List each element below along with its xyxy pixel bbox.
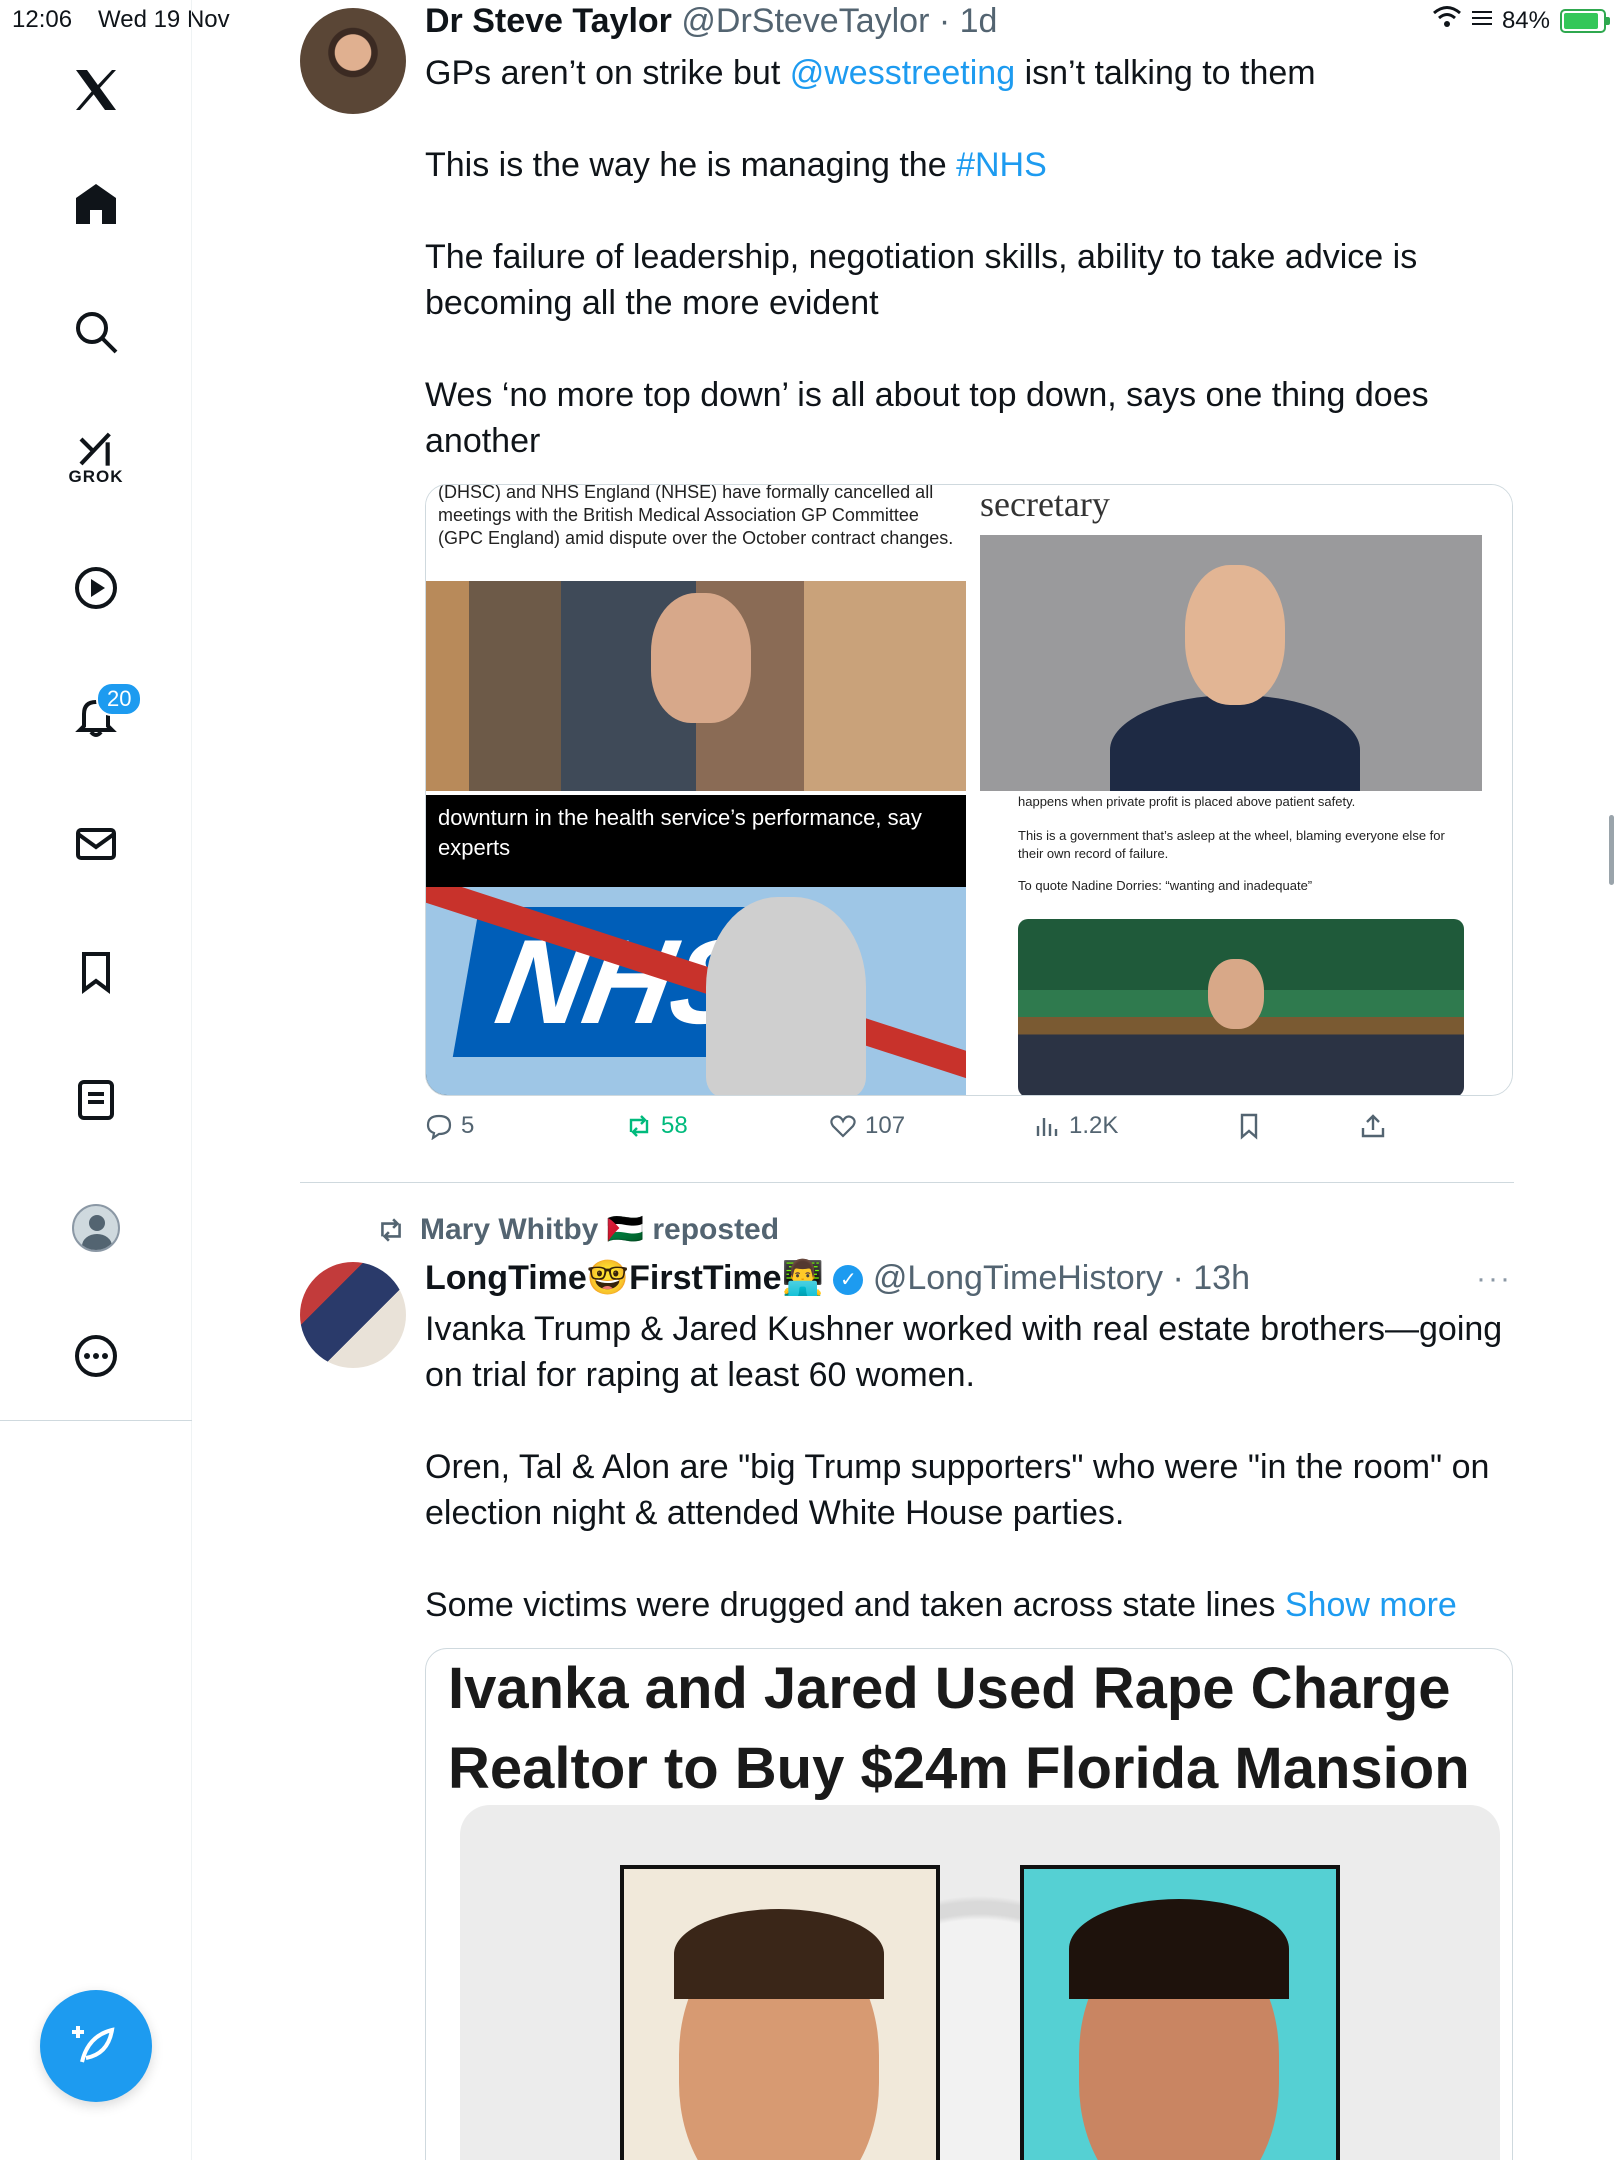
mugshot-left (620, 1865, 940, 2160)
tweet-header: LongTime🤓FirstTime👨‍💻 ✓ @LongTimeHistory… (425, 1258, 1250, 1298)
suit-shape (1110, 695, 1360, 791)
wifi-icon (1432, 4, 1462, 37)
like-count: 107 (865, 1112, 906, 1139)
image-heading: secretary (980, 485, 1110, 524)
tweet-paragraph: Ivanka Trump & Jared Kushner worked with… (425, 1310, 1503, 1394)
bookmark-icon (1240, 1113, 1258, 1140)
share-icon (1361, 1114, 1385, 1138)
reply-count: 5 (461, 1112, 475, 1139)
author-handle[interactable]: @LongTimeHistory (873, 1259, 1163, 1297)
media-image[interactable]: Ivanka and Jared Used Rape Charge Realto… (425, 1648, 1513, 2160)
avatar (72, 1204, 120, 1252)
author-avatar[interactable] (300, 1262, 406, 1368)
battery-icon (1560, 8, 1610, 33)
play-icon[interactable] (56, 548, 136, 628)
tweet-paragraph: Some victims were drugged and taken acro… (425, 1586, 1457, 1624)
face-shape (1185, 565, 1285, 705)
repost-context[interactable]: Mary Whitby 🇵🇸 reposted (376, 1212, 779, 1247)
tweet-header: Dr Steve Taylor @DrSteveTaylor · 1d (425, 2, 997, 41)
repost-count: 58 (661, 1112, 688, 1139)
compose-button[interactable] (40, 1990, 152, 2102)
bell-icon[interactable]: 20 (56, 676, 143, 756)
image-headline-2: Realtor to Buy $24m Florida Mansion (448, 1736, 1470, 1801)
compose-icon (72, 2026, 115, 2063)
more-icon[interactable] (56, 1316, 136, 1396)
verified-badge-icon: ✓ (833, 1265, 864, 1296)
status-right: 84% (1432, 4, 1610, 37)
list-icon[interactable] (56, 1060, 136, 1140)
repost-icon (629, 1115, 649, 1137)
search-icon[interactable] (56, 292, 136, 372)
face-shape (1208, 959, 1264, 1029)
photo: NHS (426, 887, 966, 1095)
notification-badge: 20 (96, 682, 143, 716)
more-options-icon[interactable]: ··· (1476, 1262, 1512, 1296)
author-avatar[interactable] (300, 8, 406, 114)
mention-link[interactable]: @wesstreeting (790, 54, 1015, 92)
image-text-line: To quote Nadine Dorries: “wanting and in… (1018, 878, 1313, 893)
photo (1018, 919, 1464, 1095)
views-icon (1036, 1118, 1058, 1136)
hair-shape (674, 1909, 884, 1999)
reply-button[interactable]: 5 (425, 1112, 474, 1140)
tweet-text: Ivanka Trump & Jared Kushner worked with… (425, 1306, 1515, 1628)
image-caption: downturn in the health service’s perform… (438, 805, 922, 860)
media-image-4[interactable]: happens when private profit is placed ab… (970, 795, 1512, 1095)
image-text-line: happens when private profit is placed ab… (1018, 795, 1356, 809)
heart-icon (830, 1115, 856, 1138)
mail-icon[interactable] (56, 804, 136, 884)
tweet-paragraph: This is the way he is managing the #NHS (425, 146, 1047, 184)
show-more-link[interactable]: Show more (1285, 1586, 1457, 1624)
grok-label: GROK (68, 467, 124, 486)
battery-percent: 84% (1501, 6, 1550, 34)
image-text-line: This is a government that’s asleep at th… (1018, 828, 1445, 861)
image-headline-1: Ivanka and Jared Used Rape Charge (448, 1656, 1451, 1721)
face-shape (651, 593, 751, 723)
repost-button[interactable]: 58 (625, 1112, 688, 1140)
photo-frame (460, 1805, 1500, 2160)
views-button[interactable]: 1.2K (1033, 1112, 1118, 1140)
tweet-paragraph: The failure of leadership, negotiation s… (425, 238, 1418, 322)
tweet-paragraph: Wes ‘no more top down’ is all about top … (425, 376, 1429, 460)
photo (980, 535, 1482, 791)
repost-icon (381, 1217, 401, 1242)
reposted-by: Mary Whitby 🇵🇸 reposted (420, 1213, 780, 1246)
media-image-2[interactable]: secretary (970, 485, 1512, 791)
tweet-text: GPs aren’t on strike but @wesstreeting i… (425, 50, 1515, 464)
author-name[interactable]: LongTime🤓FirstTime👨‍💻 (425, 1259, 824, 1297)
author-handle[interactable]: @DrSteveTaylor (681, 2, 929, 40)
x-logo-icon[interactable] (56, 50, 136, 130)
image-caption: (DHSC) and NHS England (NHSE) have forma… (438, 485, 954, 548)
home-icon[interactable] (56, 164, 136, 244)
view-count: 1.2K (1069, 1112, 1119, 1139)
like-button[interactable]: 107 (829, 1112, 905, 1140)
profile-avatar-icon[interactable] (56, 1188, 136, 1268)
tweet-separator (300, 1182, 1514, 1183)
scrollbar[interactable] (1609, 815, 1614, 885)
grok-icon[interactable]: GROK (56, 418, 136, 498)
reply-icon (426, 1114, 452, 1140)
bookmark-button[interactable] (1235, 1112, 1263, 1140)
bookmark-icon[interactable] (56, 932, 136, 1012)
sidebar: GROK 20 (0, 0, 192, 2160)
person-shape (706, 897, 866, 1095)
tweet-time[interactable]: · 13h (1173, 1259, 1251, 1297)
tweet-actions: 5 58 107 1.2K (425, 1112, 1515, 1156)
media-grid: (DHSC) and NHS England (NHSE) have forma… (425, 484, 1513, 1096)
mugshot-right (1020, 1865, 1340, 2160)
sidebar-divider (0, 1420, 192, 1421)
list-status-icon (1471, 7, 1492, 35)
hair-shape (1069, 1899, 1289, 1999)
tweet-time[interactable]: · 1d (939, 2, 998, 40)
media-image-1[interactable]: (DHSC) and NHS England (NHSE) have forma… (426, 485, 966, 791)
tweet-paragraph: GPs aren’t on strike but @wesstreeting i… (425, 54, 1316, 92)
media-image-3[interactable]: downturn in the health service’s perform… (426, 795, 966, 1095)
share-button[interactable] (1359, 1112, 1387, 1140)
hashtag-link[interactable]: #NHS (956, 146, 1047, 184)
tweet-paragraph: Oren, Tal & Alon are "big Trump supporte… (425, 1448, 1490, 1532)
author-name[interactable]: Dr Steve Taylor (425, 2, 672, 40)
